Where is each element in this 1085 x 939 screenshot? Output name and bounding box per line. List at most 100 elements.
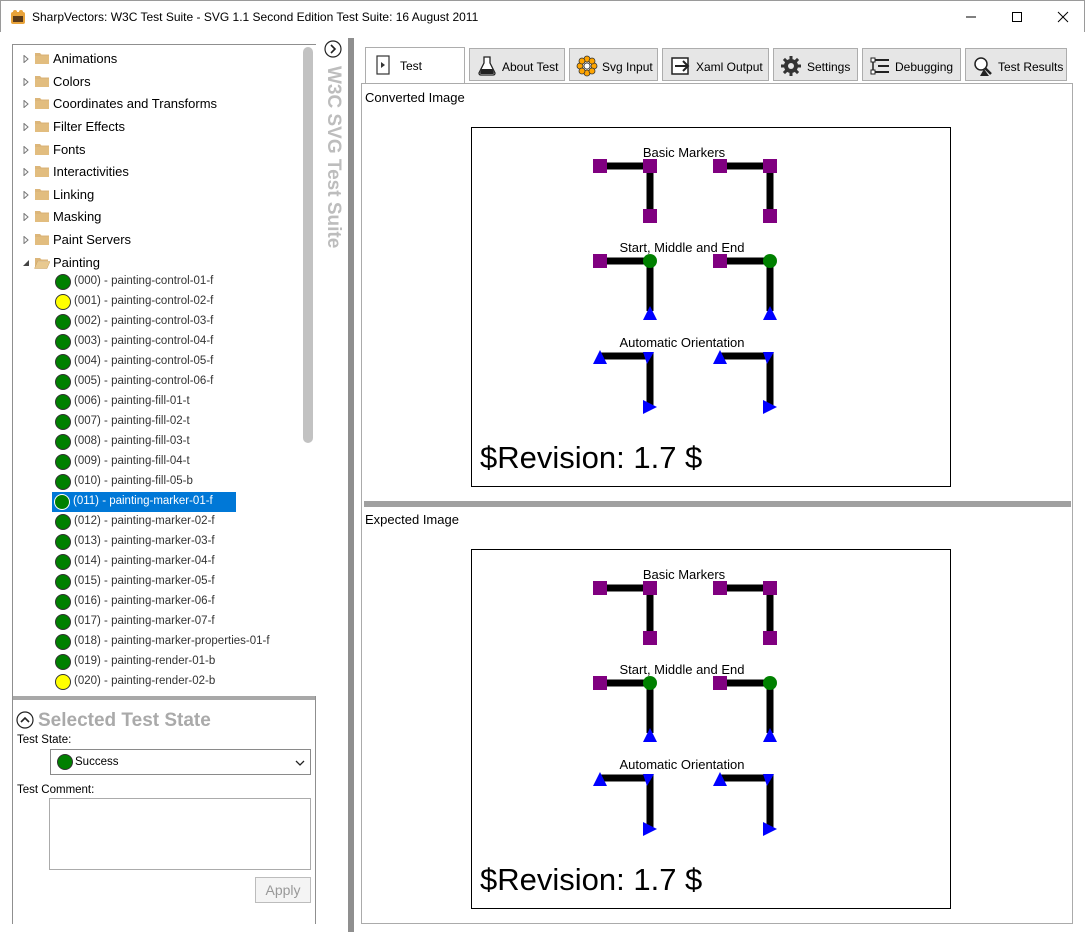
test-state-label: Test State: [17, 734, 72, 746]
tree-item[interactable]: (010) - painting-fill-05-b [53, 472, 283, 492]
tree-folder[interactable]: Coordinates and Transforms [13, 93, 300, 115]
tree-item-label: (006) - painting-fill-01-t [74, 395, 190, 407]
tree-folder-label: Filter Effects [53, 119, 126, 134]
tab-about-test-label: About Test [502, 60, 559, 74]
tab-xaml-output[interactable]: Xaml Output [662, 48, 769, 81]
tree-item[interactable]: (015) - painting-marker-05-f [53, 572, 283, 592]
tree-scrollbar[interactable] [300, 45, 316, 696]
start-square-marker [713, 254, 727, 268]
folder-icon [35, 234, 49, 245]
converted-image: Basic Markers Start, Middle and End Automa… [471, 127, 951, 487]
collapsed-arrow-icon[interactable] [22, 78, 30, 86]
tree-item-label: (000) - painting-control-01-f [74, 275, 214, 287]
tree-folder-label: Colors [53, 74, 91, 89]
tree-folder[interactable]: Interactivities [13, 161, 300, 183]
tree-folder[interactable]: Masking [13, 206, 300, 228]
collapsed-arrow-icon[interactable] [22, 191, 30, 199]
tree-item[interactable]: (012) - painting-marker-02-f [53, 512, 283, 532]
success-status-icon [55, 654, 71, 670]
success-status-icon [54, 494, 70, 510]
tab-settings[interactable]: Settings [773, 48, 858, 81]
folder-icon [35, 166, 49, 177]
collapsed-arrow-icon[interactable] [22, 100, 30, 108]
tree-folder[interactable]: Painting [13, 252, 300, 274]
success-status-icon [55, 394, 71, 410]
collapsed-arrow-icon[interactable] [22, 146, 30, 154]
tree-folder-label: Paint Servers [53, 232, 132, 247]
tree-item-label: (009) - painting-fill-04-t [74, 455, 190, 467]
tree-item[interactable]: (001) - painting-control-02-f [53, 292, 283, 312]
tab-test-results[interactable]: Test Results [965, 48, 1067, 81]
test-state-select[interactable]: Success [50, 749, 311, 775]
svg-input-icon [576, 55, 598, 77]
tree-item[interactable]: (017) - painting-marker-07-f [53, 612, 283, 632]
test-comment-field[interactable] [49, 798, 311, 870]
tab-bar: Test About Test Svg Input Xaml Output Se… [361, 47, 1073, 83]
expanded-arrow-icon[interactable] [22, 259, 30, 267]
tree-item[interactable]: (018) - painting-marker-properties-01-f [53, 632, 283, 652]
tree-item[interactable]: (009) - painting-fill-04-t [53, 452, 283, 472]
tab-about-test[interactable]: About Test [469, 48, 565, 81]
tree-item-label: (011) - painting-marker-01-f [73, 495, 213, 507]
tree-item-selected[interactable]: (011) - painting-marker-01-f [52, 492, 236, 512]
close-button[interactable] [1040, 1, 1085, 32]
tree-item[interactable]: (013) - painting-marker-03-f [53, 532, 283, 552]
collapsed-arrow-icon[interactable] [22, 213, 30, 221]
expected-image-label: Expected Image [365, 512, 459, 527]
tree-folder[interactable]: Colors [13, 71, 300, 93]
tree-item[interactable]: (006) - painting-fill-01-t [53, 392, 283, 412]
tab-debugging[interactable]: Debugging [862, 48, 961, 81]
success-status-icon [55, 374, 71, 390]
test-tree[interactable]: Animations Colors Coordinates and Transfor… [13, 45, 300, 696]
minimize-button[interactable] [948, 1, 994, 32]
collapsed-arrow-icon[interactable] [22, 236, 30, 244]
marker-path [600, 774, 654, 828]
scrollbar-thumb[interactable] [303, 47, 313, 443]
tree-item[interactable]: (000) - painting-control-01-f [53, 272, 283, 292]
expand-panel-icon[interactable] [324, 40, 342, 58]
tree-item[interactable]: (019) - painting-render-01-b [53, 652, 283, 672]
collapsed-arrow-icon[interactable] [22, 123, 30, 131]
folder-open-icon [34, 258, 50, 269]
folder-icon [35, 76, 49, 87]
folder-icon [35, 98, 49, 109]
tree-item[interactable]: (007) - painting-fill-02-t [53, 412, 283, 432]
main-splitter[interactable] [348, 38, 354, 932]
image-splitter[interactable] [364, 501, 1071, 507]
left-panel: Animations Colors Coordinates and Transfor… [12, 44, 316, 924]
tree-item[interactable]: (005) - painting-control-06-f [53, 372, 283, 392]
debug-icon [870, 57, 889, 75]
tree-item[interactable]: (002) - painting-control-03-f [53, 312, 283, 332]
tree-folder[interactable]: Filter Effects [13, 116, 300, 138]
square-marker [643, 631, 657, 645]
tab-svg-input[interactable]: Svg Input [569, 48, 658, 81]
collapsed-side-panel: W3C SVG Test Suite [320, 38, 348, 918]
tree-item[interactable]: (003) - painting-control-04-f [53, 332, 283, 352]
middle-circle-marker [763, 254, 777, 268]
tree-item[interactable]: (004) - painting-control-05-f [53, 352, 283, 372]
app-icon [11, 10, 25, 24]
tree-item[interactable]: (020) - painting-render-02-b [53, 672, 283, 692]
tree-item-label: (005) - painting-control-06-f [74, 375, 214, 387]
tree-folder[interactable]: Paint Servers [13, 229, 300, 251]
tab-test[interactable]: Test [365, 47, 465, 83]
marker-path [600, 352, 654, 406]
tree-item[interactable]: (008) - painting-fill-03-t [53, 432, 283, 452]
folder-icon [35, 211, 49, 222]
tree-item-label: (019) - painting-render-01-b [74, 655, 216, 667]
apply-button[interactable]: Apply [255, 877, 311, 903]
collapsed-arrow-icon[interactable] [22, 55, 30, 63]
maximize-button[interactable] [994, 1, 1040, 32]
marker-path [600, 679, 654, 733]
tree-item-label: (013) - painting-marker-03-f [74, 535, 215, 547]
collapsed-arrow-icon[interactable] [22, 168, 30, 176]
tree-folder[interactable]: Linking [13, 184, 300, 206]
collapse-icon[interactable] [16, 711, 34, 729]
tree-folder[interactable]: Animations [13, 48, 300, 70]
success-status-icon [55, 474, 71, 490]
tree-item[interactable]: (016) - painting-marker-06-f [53, 592, 283, 612]
tree-folder[interactable]: Fonts [13, 139, 300, 161]
heading-basic-markers: Basic Markers [643, 567, 726, 582]
tree-item[interactable]: (014) - painting-marker-04-f [53, 552, 283, 572]
minimize-icon [966, 16, 976, 17]
